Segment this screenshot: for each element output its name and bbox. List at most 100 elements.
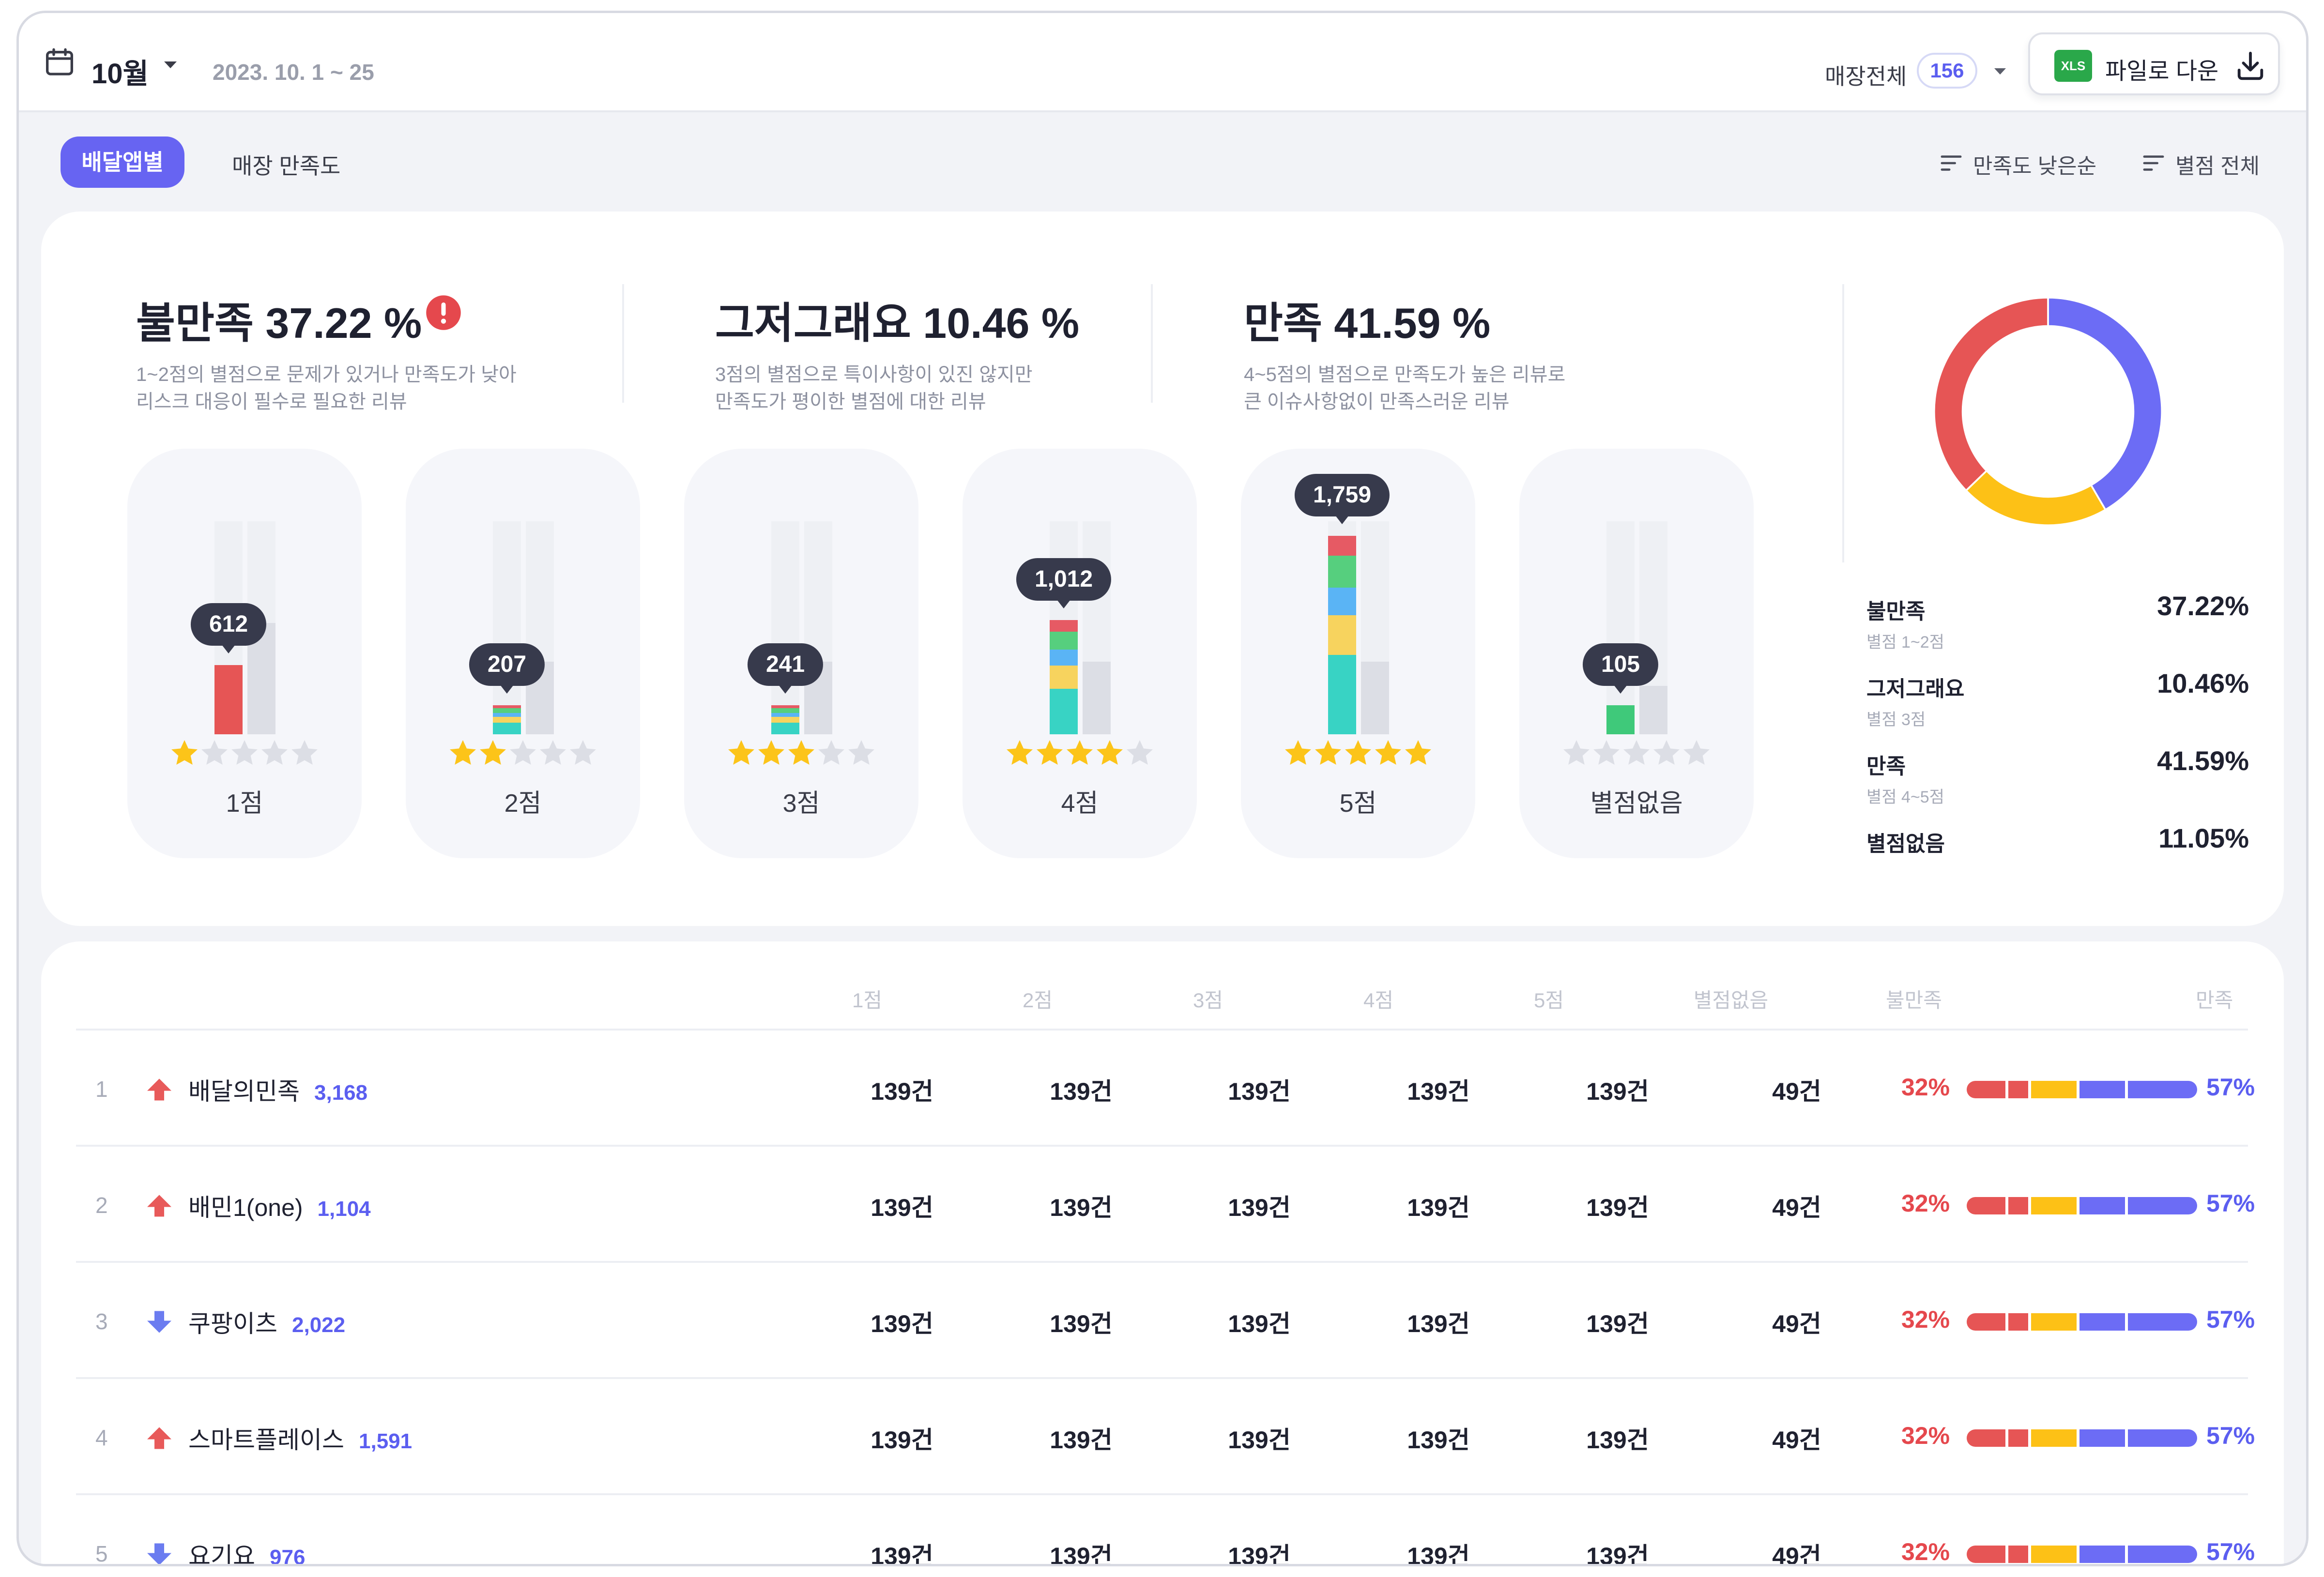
satisfied-percent: 57% <box>2206 1190 2255 1217</box>
arrow-down-icon <box>147 1543 171 1564</box>
row-rank: 4 <box>95 1425 108 1450</box>
store-filter-label[interactable]: 매장전체 <box>1825 59 1907 91</box>
table-row[interactable]: 1 배달의민족 3,168 139건 139건 139건 139건 139건 49건 32% 57% <box>76 1031 2255 1147</box>
app-name[interactable]: 스마트플레이스 1,591 <box>188 1421 412 1456</box>
satisfied-percent: 57% <box>2206 1538 2255 1565</box>
table-cell: 49건 <box>1772 1194 1821 1221</box>
ratio-segment <box>2008 1197 2032 1214</box>
table-row[interactable]: 5 요기요 976 139건 139건 139건 139건 139건 49건 32% 57% <box>76 1495 2255 1566</box>
star-filled-icon <box>1007 740 1033 765</box>
ratio-segment <box>2128 1429 2197 1447</box>
table-cell: 139건 <box>1228 1078 1291 1105</box>
table-cell: 139건 <box>871 1426 933 1454</box>
satisfaction-ratio-bar <box>1967 1429 2197 1447</box>
app-name-text: 쿠팡이츠 <box>188 1310 277 1337</box>
legend-sub: 별점 4~5점 <box>1866 788 1944 806</box>
column-header[interactable]: 별점없음 <box>1694 984 1769 1014</box>
table-cell: 139건 <box>1407 1426 1470 1454</box>
legend-value: 37.22% <box>2157 591 2249 621</box>
ratio-segment <box>2128 1081 2197 1098</box>
table-cell: 139건 <box>1586 1310 1649 1337</box>
row-rank: 5 <box>95 1541 108 1566</box>
legend-item: 별점없음 11.05% <box>1866 823 2249 857</box>
star-filled-icon <box>788 740 814 765</box>
sort-order-button[interactable]: 만족도 낮은순 <box>1973 149 2096 180</box>
star-empty-icon <box>231 740 258 765</box>
month-selector[interactable]: 10월 <box>92 51 149 91</box>
ratio-segment <box>1967 1081 2008 1098</box>
count-bubble: 1,012 <box>1016 558 1112 609</box>
satisfaction-ratio-bar <box>1967 1313 2197 1331</box>
star-filled-icon <box>728 740 754 765</box>
metric-neutral: 그저그래요 10.46 % 3점의 별점으로 특이사항이 있진 않지만 만족도가… <box>715 289 1079 415</box>
calendar-icon[interactable] <box>44 47 75 78</box>
star-empty-icon <box>1127 740 1153 765</box>
star-filled-icon <box>1375 740 1401 765</box>
download-icon <box>2237 51 2263 80</box>
column-header[interactable]: 2점 <box>1023 984 1053 1014</box>
filter-icon[interactable] <box>2142 153 2165 173</box>
app-name[interactable]: 쿠팡이츠 2,022 <box>188 1304 345 1339</box>
comparison-bar <box>1083 662 1111 734</box>
rating-column: 612 1점 <box>127 449 362 858</box>
table-row[interactable]: 4 스마트플레이스 1,591 139건 139건 139건 139건 139건 49건 32% 5… <box>76 1379 2255 1495</box>
column-header[interactable]: 4점 <box>1363 984 1393 1014</box>
app-name[interactable]: 배달의민족 3,168 <box>188 1072 367 1107</box>
legend-sub: 별점 1~2점 <box>1866 633 1944 652</box>
legend-value: 11.05% <box>2158 823 2249 853</box>
star-empty-icon <box>540 740 566 765</box>
count-bubble: 241 <box>747 643 824 694</box>
column-header[interactable]: 불만족 <box>1886 984 1942 1014</box>
table-row[interactable]: 3 쿠팡이츠 2,022 139건 139건 139건 139건 139건 49건 32% 57% <box>76 1263 2255 1379</box>
table-cell: 139건 <box>1228 1310 1291 1337</box>
table-cell: 139건 <box>1586 1078 1649 1105</box>
column-header[interactable]: 만족 <box>2196 984 2233 1014</box>
app-name[interactable]: 요기요 976 <box>188 1537 305 1564</box>
column-header[interactable]: 3점 <box>1193 984 1223 1014</box>
star-empty-icon <box>818 740 844 765</box>
satisfied-percent: 57% <box>2206 1306 2255 1333</box>
rating-label: 4점 <box>1061 789 1099 818</box>
tab-delivery-app[interactable]: 배달앱별 <box>61 136 184 188</box>
bar-segment <box>1328 556 1356 588</box>
star-empty-icon <box>201 740 228 765</box>
star-empty-icon <box>291 740 318 765</box>
app-name[interactable]: 배민1(one) 1,104 <box>188 1188 371 1223</box>
review-count: 1,104 <box>317 1197 371 1221</box>
store-count-badge: 156 <box>1917 53 1977 89</box>
table-cell: 139건 <box>1050 1078 1113 1105</box>
legend-value: 41.59% <box>2157 745 2249 776</box>
metric-desc-line: 리스크 대응이 필수로 필요한 리뷰 <box>136 391 407 412</box>
sort-icon[interactable] <box>1940 153 1962 173</box>
column-header[interactable]: 1점 <box>852 984 882 1014</box>
bar-segment <box>771 723 799 734</box>
bar-segment <box>771 713 799 717</box>
download-file-button[interactable]: XLS 파일로 다운 <box>2028 32 2280 95</box>
star-filled-icon <box>758 740 784 765</box>
review-count: 1,591 <box>359 1429 413 1453</box>
metric-description: 3점의 별점으로 특이사항이 있진 않지만 만족도가 평이한 별점에 대한 리뷰 <box>715 361 1079 415</box>
arrow-up-icon <box>147 1078 171 1101</box>
chevron-down-icon[interactable] <box>1994 68 2006 75</box>
star-empty-icon <box>1563 740 1590 765</box>
metric-description: 1~2점의 별점으로 문제가 있거나 만족도가 낮아 리스크 대응이 필수로 필… <box>136 361 517 415</box>
star-rating <box>684 737 918 772</box>
table-cell: 139건 <box>1050 1426 1113 1454</box>
column-header[interactable]: 5점 <box>1534 984 1564 1014</box>
rating-filter-button[interactable]: 별점 전체 <box>2175 149 2260 180</box>
bar-segment <box>1050 620 1078 632</box>
bar-segment <box>493 717 521 723</box>
chevron-down-icon[interactable] <box>164 61 177 68</box>
star-rating <box>1241 737 1475 772</box>
table-cell: 139건 <box>871 1194 933 1221</box>
table-cell: 139건 <box>871 1543 933 1566</box>
ratio-segment <box>2128 1197 2197 1214</box>
legend-item: 불만족 별점 1~2점 37.22% <box>1866 591 2249 652</box>
table-row[interactable]: 2 배민1(one) 1,104 139건 139건 139건 139건 139건 49건 32%… <box>76 1147 2255 1263</box>
ratio-segment <box>2008 1081 2032 1098</box>
legend-value: 10.46% <box>2157 668 2249 698</box>
satisfaction-donut-chart <box>1933 296 2163 527</box>
tab-store-satisfaction[interactable]: 매장 만족도 <box>232 149 340 181</box>
ratio-segment <box>2031 1313 2080 1331</box>
star-empty-icon <box>570 740 596 765</box>
